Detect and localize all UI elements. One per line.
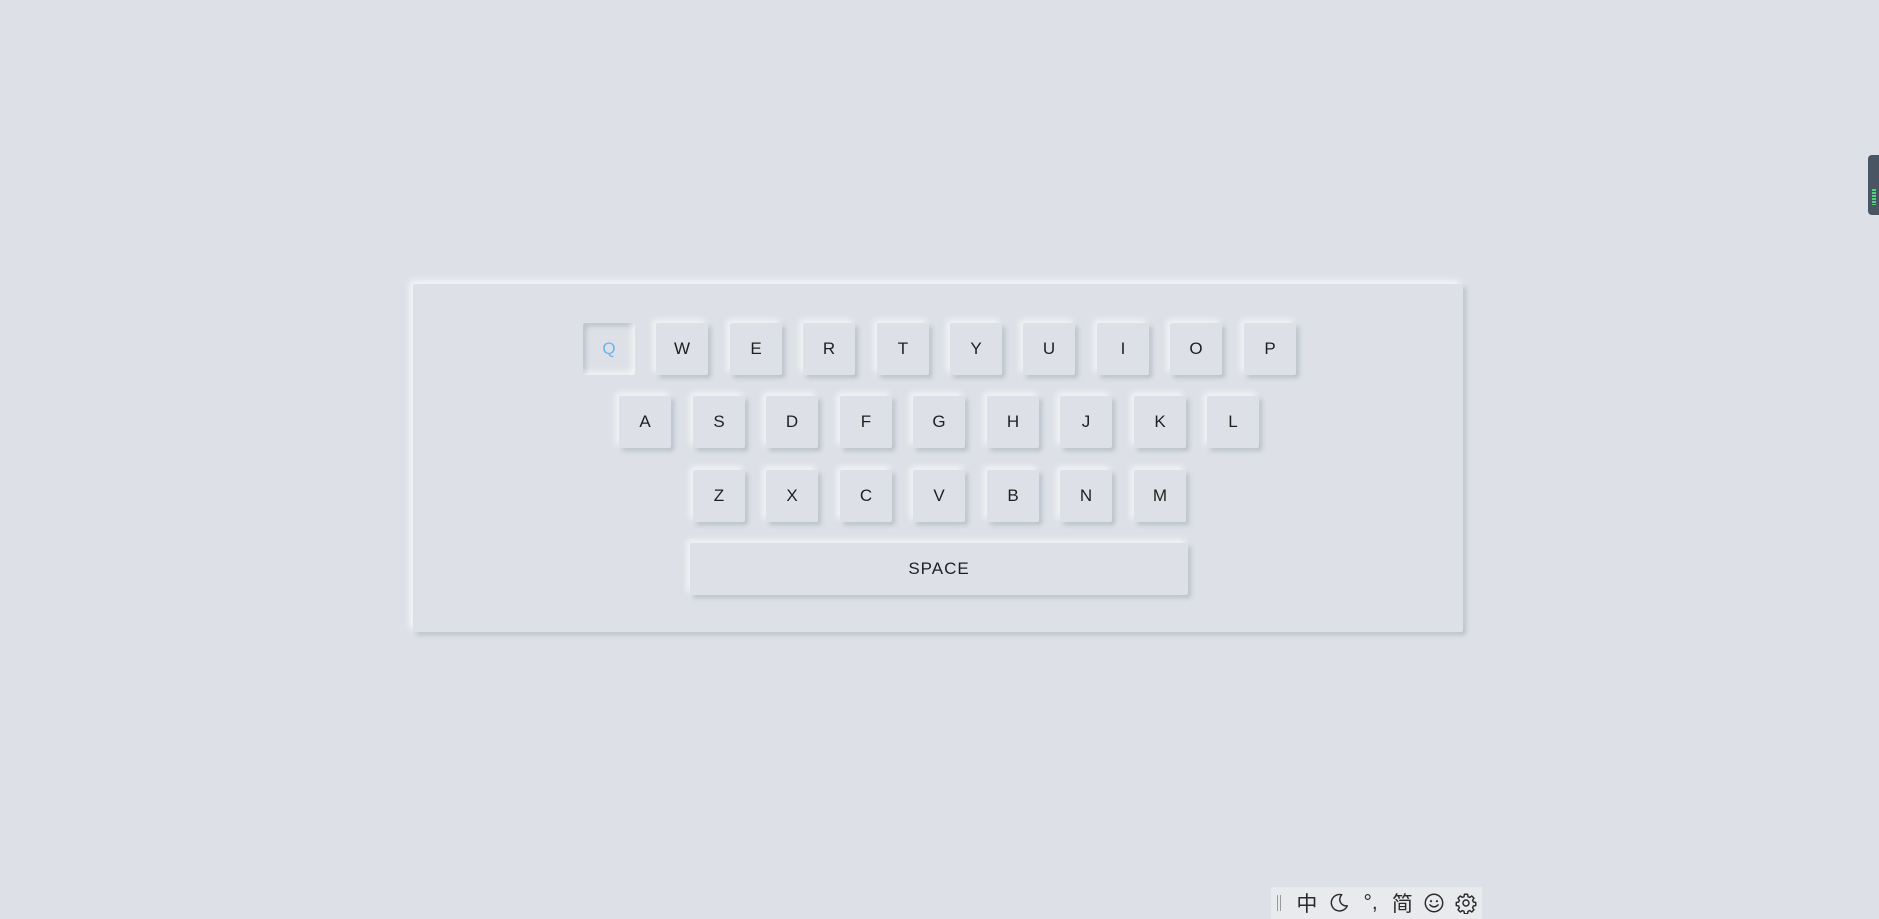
virtual-keyboard: Q W E R T Y U I O P A S D F G H J K L Z … <box>413 284 1463 632</box>
key-d[interactable]: D <box>766 396 818 448</box>
simplified-chinese-button[interactable]: 简 <box>1386 887 1418 919</box>
key-f[interactable]: F <box>840 396 892 448</box>
keyboard-row-1: Q W E R T Y U I O P <box>413 323 1463 375</box>
moon-icon[interactable] <box>1323 887 1355 919</box>
keyboard-row-space: SPACE <box>413 543 1463 595</box>
key-j[interactable]: J <box>1060 396 1112 448</box>
ime-toolbar: 中 °, 简 <box>1271 887 1482 919</box>
smiley-icon[interactable] <box>1418 887 1450 919</box>
drag-grip-icon[interactable] <box>1277 895 1281 911</box>
key-g[interactable]: G <box>913 396 965 448</box>
input-mode-button[interactable]: 中 <box>1291 887 1323 919</box>
space-key[interactable]: SPACE <box>690 543 1188 595</box>
key-y[interactable]: Y <box>950 323 1002 375</box>
key-e[interactable]: E <box>730 323 782 375</box>
key-h[interactable]: H <box>987 396 1039 448</box>
keyboard-row-2: A S D F G H J K L <box>413 396 1463 448</box>
key-v[interactable]: V <box>913 470 965 522</box>
key-a[interactable]: A <box>619 396 671 448</box>
key-n[interactable]: N <box>1060 470 1112 522</box>
key-m[interactable]: M <box>1134 470 1186 522</box>
key-w[interactable]: W <box>656 323 708 375</box>
key-s[interactable]: S <box>693 396 745 448</box>
signal-bars-icon <box>1872 189 1876 205</box>
key-l[interactable]: L <box>1207 396 1259 448</box>
key-x[interactable]: X <box>766 470 818 522</box>
key-o[interactable]: O <box>1170 323 1222 375</box>
key-z[interactable]: Z <box>693 470 745 522</box>
page: Q W E R T Y U I O P A S D F G H J K L Z … <box>0 0 1879 919</box>
punctuation-button[interactable]: °, <box>1355 887 1387 919</box>
key-p[interactable]: P <box>1244 323 1296 375</box>
key-k[interactable]: K <box>1134 396 1186 448</box>
key-t[interactable]: T <box>877 323 929 375</box>
key-b[interactable]: B <box>987 470 1039 522</box>
side-panel-handle[interactable] <box>1868 155 1879 215</box>
keyboard-row-3: Z X C V B N M <box>413 470 1463 522</box>
key-q[interactable]: Q <box>583 323 635 375</box>
key-r[interactable]: R <box>803 323 855 375</box>
key-i[interactable]: I <box>1097 323 1149 375</box>
key-u[interactable]: U <box>1023 323 1075 375</box>
gear-icon[interactable] <box>1450 887 1482 919</box>
key-c[interactable]: C <box>840 470 892 522</box>
